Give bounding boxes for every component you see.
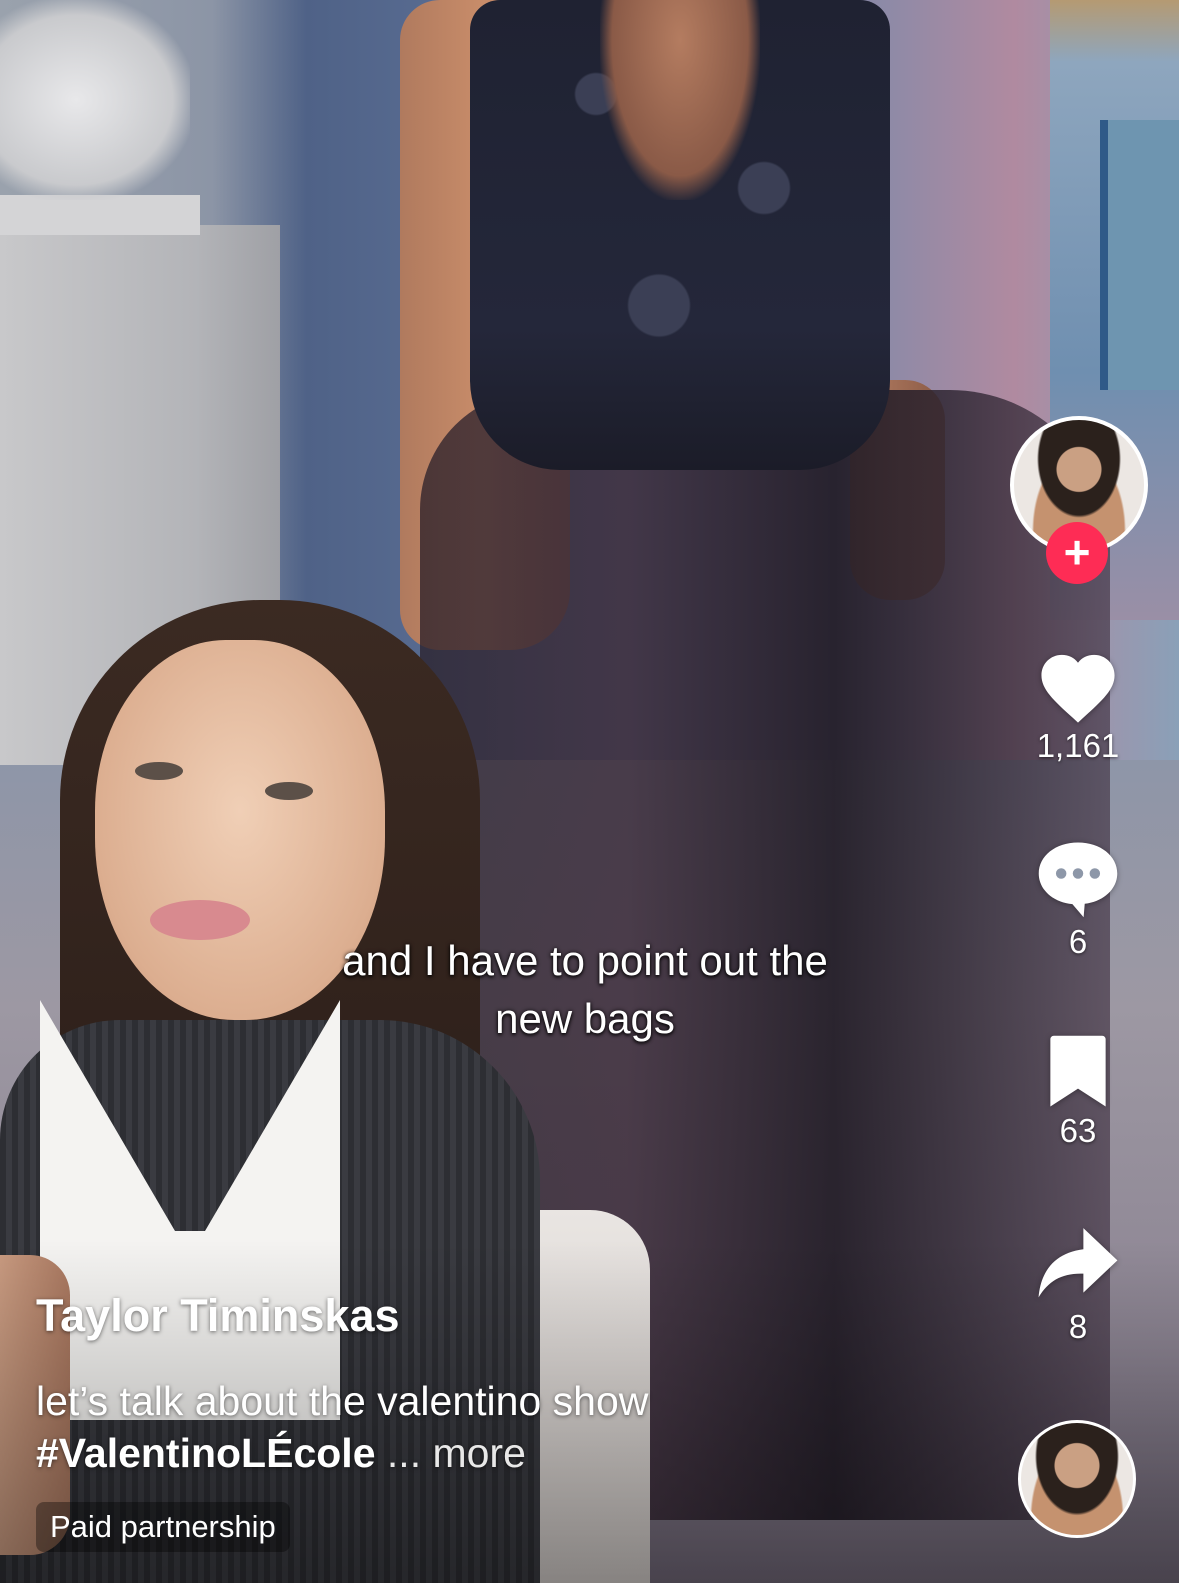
author-name[interactable]: Taylor Timinskas xyxy=(36,1290,400,1342)
caption-line-1: and I have to point out the xyxy=(342,937,828,984)
description-text: let’s talk about the valentino show xyxy=(36,1378,649,1424)
more-link[interactable]: ... more xyxy=(387,1430,526,1476)
post-description[interactable]: let’s talk about the valentino show #Val… xyxy=(36,1375,796,1479)
bookmark-count: 63 xyxy=(1059,1112,1097,1149)
presenter-eye-right xyxy=(265,782,313,800)
share-icon xyxy=(1038,1228,1118,1298)
presenter-lips xyxy=(150,900,250,940)
video-caption: and I have to point out the new bags xyxy=(290,932,880,1048)
follow-button[interactable]: + xyxy=(1046,522,1108,584)
plus-icon: + xyxy=(1063,526,1091,578)
share-count: 8 xyxy=(1068,1308,1088,1345)
like-button[interactable]: 1,161 xyxy=(1010,645,1146,765)
statue-pedestal-top xyxy=(0,195,200,235)
caption-line-2: new bags xyxy=(495,995,675,1042)
bookmark-icon xyxy=(1050,1035,1106,1107)
like-count: 1,161 xyxy=(1036,727,1120,764)
comment-icon xyxy=(1038,842,1118,918)
paid-partnership-badge[interactable]: Paid partnership xyxy=(36,1502,290,1552)
model-torso xyxy=(600,0,760,200)
comment-count: 6 xyxy=(1068,923,1088,960)
share-button[interactable]: 8 xyxy=(1010,1222,1146,1346)
bookmark-button[interactable]: 63 xyxy=(1010,1034,1146,1150)
action-sidebar: + 1,161 6 63 8 xyxy=(1010,0,1150,1583)
comment-button[interactable]: 6 xyxy=(1010,835,1146,961)
hashtag-link[interactable]: #ValentinoLÉcole xyxy=(36,1430,376,1476)
presenter-eye-left xyxy=(135,762,183,780)
heart-icon xyxy=(1041,654,1115,723)
video-player[interactable] xyxy=(0,0,1179,1583)
sound-disc-avatar[interactable] xyxy=(1018,1420,1136,1538)
statue xyxy=(0,0,190,200)
